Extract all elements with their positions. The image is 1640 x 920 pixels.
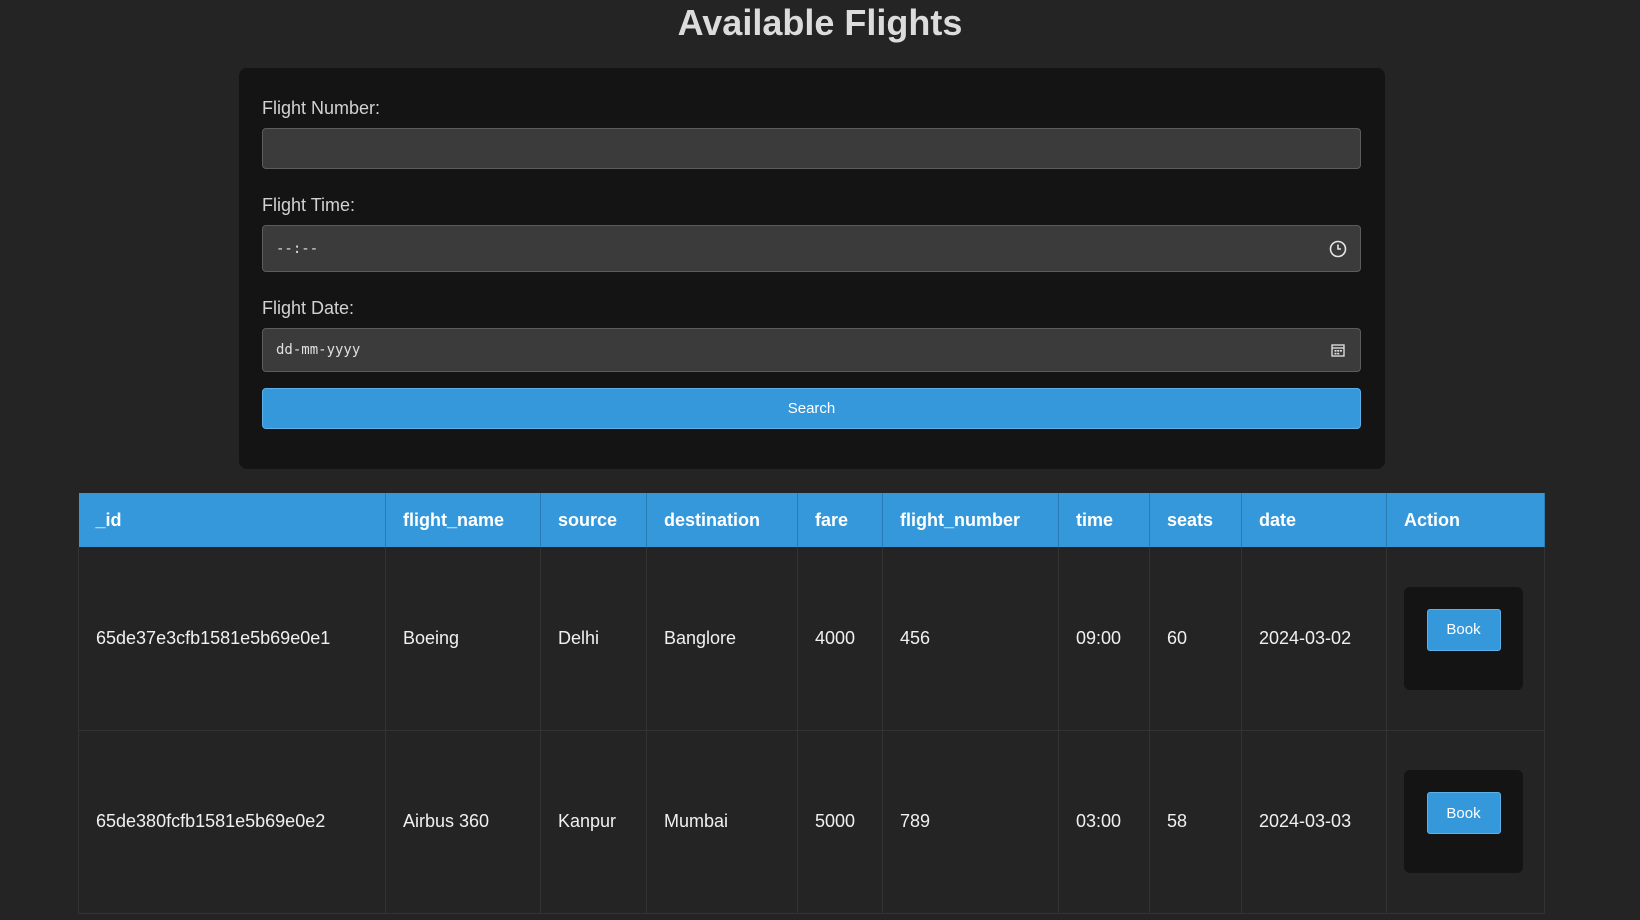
flight-time-placeholder: --:-- — [276, 240, 319, 257]
cell-seats: 58 — [1149, 730, 1242, 914]
table-row: 65de380fcfb1581e5b69e0e2 Airbus 360 Kanp… — [78, 730, 1545, 914]
cell-flight-number: 456 — [882, 547, 1059, 731]
clock-icon[interactable] — [1328, 239, 1348, 259]
column-header-action: Action — [1386, 493, 1545, 547]
cell-destination: Banglore — [646, 547, 798, 731]
page-title: Available Flights — [677, 2, 963, 43]
book-button[interactable]: Book — [1426, 608, 1501, 651]
column-header-flight-name: flight_name — [385, 493, 541, 547]
table-header-row: _id flight_name source destination fare … — [78, 493, 1545, 547]
cell-action: Book — [1386, 730, 1545, 914]
flight-date-input[interactable]: dd-mm-yyyy — [262, 328, 1361, 372]
column-header-fare: fare — [797, 493, 883, 547]
calendar-icon[interactable] — [1328, 340, 1348, 360]
cell-date: 2024-03-02 — [1241, 547, 1387, 731]
column-header-time: time — [1058, 493, 1150, 547]
flight-time-label: Flight Time: — [262, 195, 356, 215]
cell-seats: 60 — [1149, 547, 1242, 731]
column-header-date: date — [1241, 493, 1387, 547]
cell-id: 65de380fcfb1581e5b69e0e2 — [78, 730, 386, 914]
table-row: 65de37e3cfb1581e5b69e0e1 Boeing Delhi Ba… — [78, 547, 1545, 731]
column-header-seats: seats — [1149, 493, 1242, 547]
flights-table: _id flight_name source destination fare … — [78, 493, 1545, 914]
column-header-id: _id — [78, 493, 386, 547]
column-header-source: source — [540, 493, 647, 547]
cell-time: 03:00 — [1058, 730, 1150, 914]
flight-number-input[interactable] — [262, 128, 1361, 169]
flight-number-label: Flight Number: — [262, 98, 381, 118]
column-header-destination: destination — [646, 493, 798, 547]
cell-date: 2024-03-03 — [1241, 730, 1387, 914]
cell-flight-name: Airbus 360 — [385, 730, 541, 914]
cell-source: Delhi — [540, 547, 647, 731]
cell-action: Book — [1386, 547, 1545, 731]
cell-flight-number: 789 — [882, 730, 1059, 914]
flight-date-placeholder: dd-mm-yyyy — [276, 342, 361, 358]
cell-source: Kanpur — [540, 730, 647, 914]
column-header-flight-number: flight_number — [882, 493, 1059, 547]
cell-destination: Mumbai — [646, 730, 798, 914]
cell-fare: 5000 — [797, 730, 883, 914]
cell-time: 09:00 — [1058, 547, 1150, 731]
cell-id: 65de37e3cfb1581e5b69e0e1 — [78, 547, 386, 731]
action-box: Book — [1404, 586, 1523, 690]
action-box: Book — [1404, 770, 1523, 873]
search-button[interactable]: Search — [262, 388, 1361, 429]
flight-time-input[interactable]: --:-- — [262, 225, 1361, 272]
cell-fare: 4000 — [797, 547, 883, 731]
book-button[interactable]: Book — [1426, 792, 1501, 834]
flight-date-label: Flight Date: — [262, 298, 355, 318]
cell-flight-name: Boeing — [385, 547, 541, 731]
search-panel: Flight Number: Flight Time: --:-- Flight… — [239, 68, 1385, 469]
